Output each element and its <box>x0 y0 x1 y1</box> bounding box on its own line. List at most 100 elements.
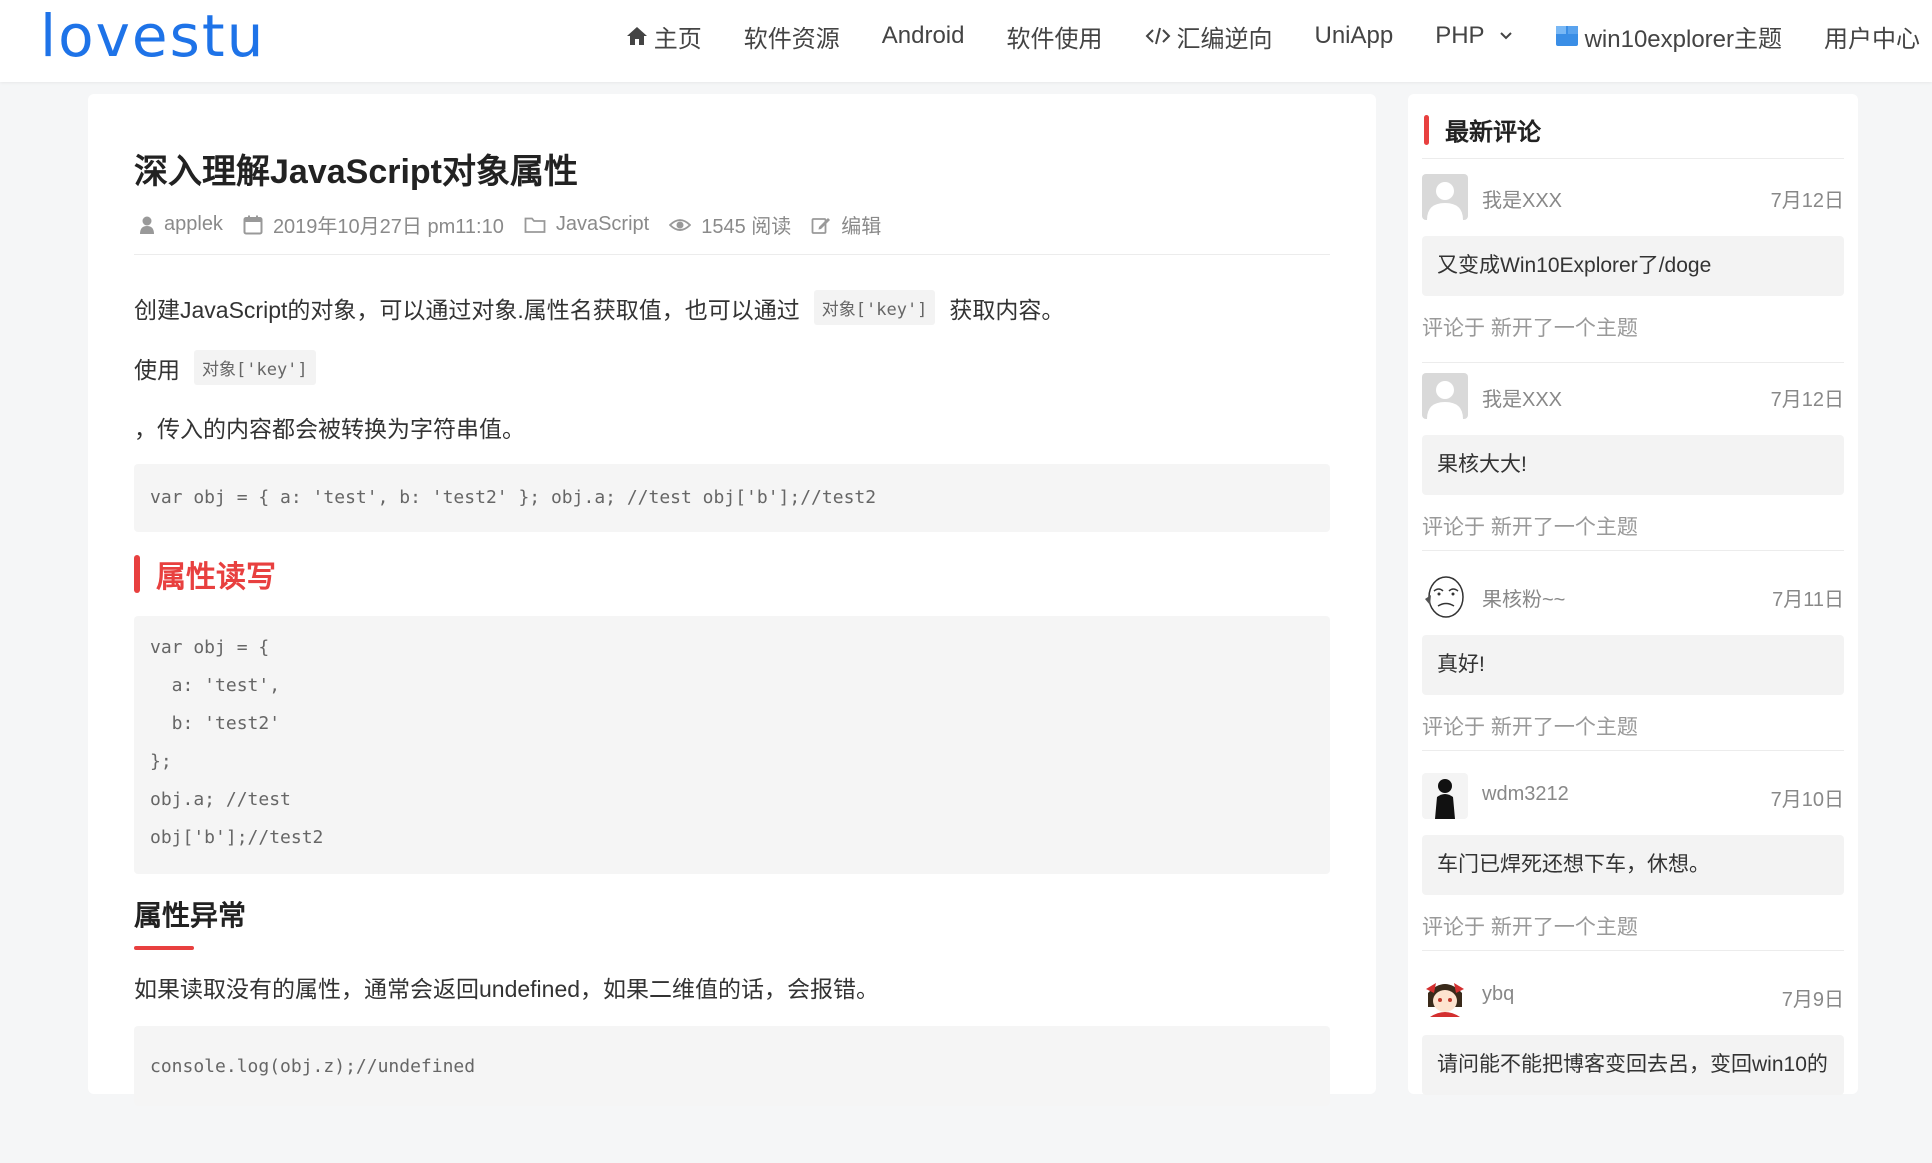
calendar-icon <box>243 215 263 234</box>
code-line: var obj = { <box>150 637 270 658</box>
main-nav: 主页 软件资源 Android 软件使用 汇编逆向 UniApp PHP win… <box>584 18 1920 54</box>
comment-author[interactable]: 果核粉~~ <box>1482 583 1565 612</box>
comment-item[interactable]: 果核粉~~ 7月11日 真好! 评论于 新开了一个主题 <box>1422 563 1844 763</box>
comment-author[interactable]: 我是XXX <box>1482 383 1562 412</box>
comment-post-link[interactable]: 评论于 新开了一个主题 <box>1422 511 1638 541</box>
nav-label: PHP <box>1435 22 1485 49</box>
code-line: obj.a; //test <box>150 789 291 810</box>
windows-icon <box>1555 25 1579 47</box>
code-line: var obj = { a: 'test', b: 'test2' }; obj… <box>150 487 877 508</box>
paragraph-1: 创建JavaScript的对象，可以通过对象.属性名获取值，也可以通过 对象['… <box>134 290 1064 325</box>
comment-author[interactable]: 我是XXX <box>1482 184 1562 213</box>
meta-edit[interactable]: 编辑 <box>811 210 881 239</box>
nav-item-home[interactable]: 主页 <box>626 19 702 54</box>
folder-icon <box>524 217 546 233</box>
comment-post-link[interactable]: 评论于 新开了一个主题 <box>1422 911 1638 941</box>
comment-item[interactable]: wdm3212 7月10日 车门已焊死还想下车，休想。 评论于 新开了一个主题 <box>1422 763 1844 963</box>
nav-item-win10theme[interactable]: win10explorer主题 <box>1555 19 1782 54</box>
comment-post-link[interactable]: 评论于 新开了一个主题 <box>1422 711 1638 741</box>
section-heading-read-write: 属性读写 <box>134 552 276 596</box>
comment-item[interactable]: ybq 7月9日 请问能不能把博客变回去呂，变回win10的 <box>1422 963 1844 1163</box>
nav-label: UniApp <box>1314 22 1394 49</box>
comment-divider <box>1422 750 1844 751</box>
nav-item-usage[interactable]: 软件使用 <box>1007 19 1103 54</box>
nav-item-asm[interactable]: 汇编逆向 <box>1145 19 1273 54</box>
meta-divider <box>134 254 1330 255</box>
meta-views: 1545 阅读 <box>669 210 791 239</box>
article-meta: applek 2019年10月27日 pm11:10 JavaScript 15… <box>140 210 901 239</box>
nav-item-uniapp[interactable]: UniApp <box>1315 22 1394 50</box>
nav-label: Android <box>881 22 965 49</box>
comment-date: 7月11日 <box>1772 589 1844 611</box>
nav-label: 软件使用 <box>1006 25 1103 53</box>
comment-divider <box>1422 550 1844 551</box>
comment-date: 7月12日 <box>1770 190 1844 212</box>
meta-date: 2019年10月27日 pm11:10 <box>243 210 504 239</box>
inline-code: 对象['key'] <box>813 290 936 325</box>
article-title: 深入理解JavaScript对象属性 <box>134 153 578 191</box>
meta-category[interactable]: JavaScript <box>524 213 649 236</box>
code-line: obj['b'];//test2 <box>150 827 324 848</box>
heading-accent-bar <box>134 555 140 593</box>
user-icon <box>140 216 154 234</box>
default-avatar-icon <box>1422 373 1468 419</box>
meme-face-avatar-icon <box>1422 573 1468 619</box>
author-name: applek <box>164 213 223 235</box>
nav-item-php[interactable]: PHP <box>1435 22 1512 50</box>
widget-accent-bar <box>1424 114 1429 145</box>
anime-avatar-icon <box>1422 973 1468 1019</box>
code-block-1: var obj = { a: 'test', b: 'test2' }; obj… <box>134 464 1330 532</box>
default-avatar-icon <box>1422 174 1468 220</box>
inline-code: 对象['key'] <box>194 350 316 385</box>
paragraph-3: ，传入的内容都会被转换为字符串值。 <box>134 410 525 444</box>
p4-text: 如果读取没有的属性，通常会返回undefined，如果二维值的话，会报错。 <box>134 976 880 1002</box>
paragraph-2: 使用 对象['key'] <box>134 350 330 385</box>
comment-post-link[interactable]: 评论于 新开了一个主题 <box>1422 312 1638 342</box>
comment-author[interactable]: ybq <box>1482 983 1514 1006</box>
code-block-3: console.log(obj.z);//undefined <box>134 1026 1330 1106</box>
p3-text: ，传入的内容都会被转换为字符串值。 <box>134 416 525 442</box>
nav-label: 用户中心 <box>1824 25 1920 53</box>
view-count: 1545 阅读 <box>701 216 792 238</box>
eye-icon <box>669 218 692 231</box>
nav-item-user-center[interactable]: 用户中心 <box>1824 19 1920 54</box>
edit-icon <box>811 217 831 234</box>
code-line: console.log(obj.z);//undefined <box>150 1056 476 1077</box>
site-logo[interactable]: lovestu <box>40 2 265 70</box>
code-block-2: var obj = { a: 'test', b: 'test2' }; obj… <box>134 616 1330 874</box>
comment-author[interactable]: wdm3212 <box>1482 783 1569 806</box>
comment-text: 请问能不能把博客变回去呂，变回win10的 <box>1422 1035 1844 1095</box>
silhouette-avatar-icon <box>1422 773 1468 819</box>
nav-label: 软件资源 <box>743 25 840 53</box>
comment-date: 7月9日 <box>1781 989 1844 1011</box>
comment-item[interactable]: 我是XXX 7月12日 果核大大! 评论于 新开了一个主题 <box>1422 363 1844 563</box>
post-date: 2019年10月27日 pm11:10 <box>272 216 504 238</box>
article-card: 深入理解JavaScript对象属性 applek 2019年10月27日 pm… <box>88 94 1376 1106</box>
heading-text: 属性读写 <box>156 561 276 594</box>
p1-text-after: 获取内容。 <box>949 296 1065 323</box>
comment-text: 车门已焊死还想下车，休想。 <box>1422 835 1844 895</box>
code-line: }; <box>150 751 172 772</box>
comment-text: 果核大大! <box>1422 435 1844 495</box>
recent-comments-widget: 最新评论 我是XXX 7月12日 又变成Win10Explorer了/doge … <box>1408 94 1858 1095</box>
meta-author[interactable]: applek <box>140 213 223 236</box>
nav-label: win10explorer主题 <box>1584 25 1782 53</box>
widget-divider <box>1422 158 1844 159</box>
widget-header: 最新评论 <box>1424 112 1541 147</box>
home-icon <box>626 26 648 46</box>
nav-item-android[interactable]: Android <box>882 22 965 50</box>
section-heading-exception: 属性异常 <box>134 894 246 950</box>
code-line: b: 'test2' <box>150 713 281 734</box>
comment-item[interactable]: 我是XXX 7月12日 又变成Win10Explorer了/doge 评论于 新… <box>1422 164 1844 364</box>
chevron-down-icon <box>1499 28 1513 44</box>
nav-item-software[interactable]: 软件资源 <box>744 19 840 54</box>
nav-label: 主页 <box>653 25 702 53</box>
widget-title: 最新评论 <box>1445 119 1541 146</box>
comment-divider <box>1422 950 1844 951</box>
comment-text: 又变成Win10Explorer了/doge <box>1422 236 1844 296</box>
comment-text: 真好! <box>1422 635 1844 695</box>
comment-date: 7月12日 <box>1770 389 1844 411</box>
edit-link: 编辑 <box>841 216 882 238</box>
p1-text-before: 创建JavaScript的对象，可以通过对象.属性名获取值，也可以通过 <box>134 296 800 323</box>
paragraph-4: 如果读取没有的属性，通常会返回undefined，如果二维值的话，会报错。 <box>134 970 879 1004</box>
